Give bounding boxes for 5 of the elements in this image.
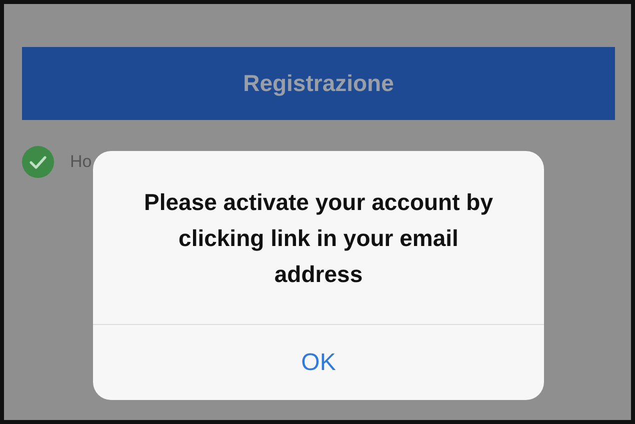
checkbox[interactable] bbox=[22, 146, 54, 178]
register-button[interactable]: Registrazione bbox=[22, 47, 615, 120]
ok-button[interactable]: OK bbox=[93, 325, 544, 400]
alert-message: Please activate your account by clicking link in your email address bbox=[93, 151, 544, 325]
checkbox-label: Ho bbox=[70, 152, 92, 172]
